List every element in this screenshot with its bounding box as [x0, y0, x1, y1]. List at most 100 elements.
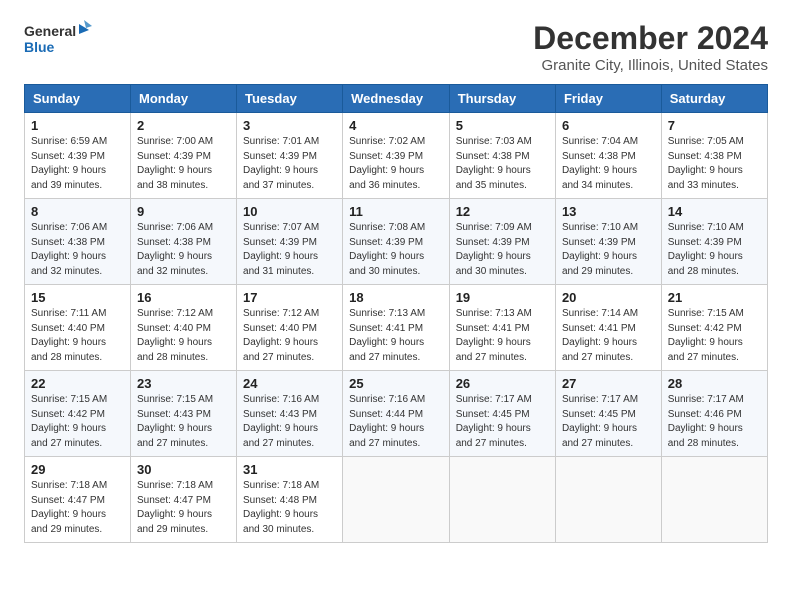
- day-number: 4: [349, 118, 443, 133]
- day-number: 17: [243, 290, 336, 305]
- calendar-cell: 27 Sunrise: 7:17 AMSunset: 4:45 PMDayligh…: [555, 371, 661, 457]
- day-number: 11: [349, 204, 443, 219]
- day-number: 12: [456, 204, 549, 219]
- calendar-cell: 17 Sunrise: 7:12 AMSunset: 4:40 PMDayligh…: [237, 285, 343, 371]
- calendar-cell: 29 Sunrise: 7:18 AMSunset: 4:47 PMDayligh…: [25, 457, 131, 543]
- calendar-cell: 31 Sunrise: 7:18 AMSunset: 4:48 PMDayligh…: [237, 457, 343, 543]
- calendar-week-5: 29 Sunrise: 7:18 AMSunset: 4:47 PMDayligh…: [25, 457, 768, 543]
- day-info: Sunrise: 7:12 AMSunset: 4:40 PMDaylight:…: [243, 307, 336, 365]
- day-info: Sunrise: 7:10 AMSunset: 4:39 PMDaylight:…: [562, 221, 655, 279]
- day-number: 27: [562, 376, 655, 391]
- calendar-cell: 8 Sunrise: 7:06 AMSunset: 4:38 PMDaylight…: [25, 199, 131, 285]
- day-number: 1: [31, 118, 124, 133]
- day-info: Sunrise: 7:08 AMSunset: 4:39 PMDaylight:…: [349, 221, 443, 279]
- day-number: 19: [456, 290, 549, 305]
- calendar-cell: 22Sunrise: 7:15 AMSunset: 4:42 PMDayligh…: [25, 371, 131, 457]
- day-info: Sunrise: 7:03 AMSunset: 4:38 PMDaylight:…: [456, 135, 549, 193]
- calendar-header-row: SundayMondayTuesdayWednesdayThursdayFrid…: [25, 85, 768, 113]
- calendar-cell: 20 Sunrise: 7:14 AMSunset: 4:41 PMDayligh…: [555, 285, 661, 371]
- page-subtitle: Granite City, Illinois, United States: [533, 57, 768, 74]
- day-info: Sunrise: 7:17 AMSunset: 4:46 PMDaylight:…: [668, 393, 761, 451]
- calendar-cell: 3Sunrise: 7:01 AMSunset: 4:39 PMDaylight…: [237, 113, 343, 199]
- calendar-cell: 6 Sunrise: 7:04 AMSunset: 4:38 PMDaylight…: [555, 113, 661, 199]
- header-thursday: Thursday: [449, 85, 555, 113]
- logo-icon: GeneralBlue: [24, 20, 94, 58]
- calendar-cell: 1 Sunrise: 6:59 AMSunset: 4:39 PMDaylight…: [25, 113, 131, 199]
- header-wednesday: Wednesday: [343, 85, 450, 113]
- calendar-cell: 12 Sunrise: 7:09 AMSunset: 4:39 PMDayligh…: [449, 199, 555, 285]
- day-info: Sunrise: 7:13 AMSunset: 4:41 PMDaylight:…: [349, 307, 443, 365]
- page-title: December 2024: [533, 20, 768, 57]
- calendar-cell: 2 Sunrise: 7:00 AMSunset: 4:39 PMDaylight…: [130, 113, 236, 199]
- title-area: December 2024 Granite City, Illinois, Un…: [533, 20, 768, 74]
- day-number: 15: [31, 290, 124, 305]
- day-info: Sunrise: 7:06 AMSunset: 4:38 PMDaylight:…: [137, 221, 230, 279]
- day-info: Sunrise: 7:14 AMSunset: 4:41 PMDaylight:…: [562, 307, 655, 365]
- day-info: Sunrise: 6:59 AMSunset: 4:39 PMDaylight:…: [31, 135, 124, 193]
- calendar-cell: 19 Sunrise: 7:13 AMSunset: 4:41 PMDayligh…: [449, 285, 555, 371]
- day-number: 8: [31, 204, 124, 219]
- day-number: 24: [243, 376, 336, 391]
- svg-text:Blue: Blue: [24, 39, 55, 55]
- day-info: Sunrise: 7:06 AMSunset: 4:38 PMDaylight:…: [31, 221, 124, 279]
- calendar-cell: 23Sunrise: 7:15 AMSunset: 4:43 PMDayligh…: [130, 371, 236, 457]
- day-info: Sunrise: 7:07 AMSunset: 4:39 PMDaylight:…: [243, 221, 336, 279]
- logo: GeneralBlue: [24, 20, 94, 58]
- day-number: 9: [137, 204, 230, 219]
- day-number: 13: [562, 204, 655, 219]
- day-number: 5: [456, 118, 549, 133]
- day-info: Sunrise: 7:09 AMSunset: 4:39 PMDaylight:…: [456, 221, 549, 279]
- calendar-cell: 14Sunrise: 7:10 AMSunset: 4:39 PMDayligh…: [661, 199, 767, 285]
- day-info: Sunrise: 7:04 AMSunset: 4:38 PMDaylight:…: [562, 135, 655, 193]
- day-info: Sunrise: 7:05 AMSunset: 4:38 PMDaylight:…: [668, 135, 761, 193]
- calendar-cell: 24Sunrise: 7:16 AMSunset: 4:43 PMDayligh…: [237, 371, 343, 457]
- calendar-table: SundayMondayTuesdayWednesdayThursdayFrid…: [24, 84, 768, 543]
- day-number: 16: [137, 290, 230, 305]
- calendar-cell: 7Sunrise: 7:05 AMSunset: 4:38 PMDaylight…: [661, 113, 767, 199]
- day-number: 21: [668, 290, 761, 305]
- day-info: Sunrise: 7:15 AMSunset: 4:43 PMDaylight:…: [137, 393, 230, 451]
- calendar-cell: 11 Sunrise: 7:08 AMSunset: 4:39 PMDayligh…: [343, 199, 450, 285]
- day-info: Sunrise: 7:10 AMSunset: 4:39 PMDaylight:…: [668, 221, 761, 279]
- calendar-cell: 4 Sunrise: 7:02 AMSunset: 4:39 PMDaylight…: [343, 113, 450, 199]
- day-info: Sunrise: 7:17 AMSunset: 4:45 PMDaylight:…: [562, 393, 655, 451]
- calendar-cell: 28 Sunrise: 7:17 AMSunset: 4:46 PMDayligh…: [661, 371, 767, 457]
- day-number: 31: [243, 462, 336, 477]
- calendar-cell: 30Sunrise: 7:18 AMSunset: 4:47 PMDayligh…: [130, 457, 236, 543]
- day-info: Sunrise: 7:00 AMSunset: 4:39 PMDaylight:…: [137, 135, 230, 193]
- calendar-cell: 5 Sunrise: 7:03 AMSunset: 4:38 PMDaylight…: [449, 113, 555, 199]
- svg-text:General: General: [24, 23, 76, 39]
- day-info: Sunrise: 7:18 AMSunset: 4:47 PMDaylight:…: [31, 479, 124, 537]
- calendar-cell: 10 Sunrise: 7:07 AMSunset: 4:39 PMDayligh…: [237, 199, 343, 285]
- calendar-cell: 26Sunrise: 7:17 AMSunset: 4:45 PMDayligh…: [449, 371, 555, 457]
- day-number: 2: [137, 118, 230, 133]
- calendar-cell: [555, 457, 661, 543]
- day-info: Sunrise: 7:16 AMSunset: 4:44 PMDaylight:…: [349, 393, 443, 451]
- day-info: Sunrise: 7:13 AMSunset: 4:41 PMDaylight:…: [456, 307, 549, 365]
- calendar-week-2: 8 Sunrise: 7:06 AMSunset: 4:38 PMDaylight…: [25, 199, 768, 285]
- calendar-cell: 25Sunrise: 7:16 AMSunset: 4:44 PMDayligh…: [343, 371, 450, 457]
- day-number: 20: [562, 290, 655, 305]
- day-info: Sunrise: 7:15 AMSunset: 4:42 PMDaylight:…: [31, 393, 124, 451]
- calendar-cell: 18Sunrise: 7:13 AMSunset: 4:41 PMDayligh…: [343, 285, 450, 371]
- day-info: Sunrise: 7:02 AMSunset: 4:39 PMDaylight:…: [349, 135, 443, 193]
- calendar-cell: [661, 457, 767, 543]
- calendar-cell: 15 Sunrise: 7:11 AMSunset: 4:40 PMDayligh…: [25, 285, 131, 371]
- calendar-cell: 9 Sunrise: 7:06 AMSunset: 4:38 PMDaylight…: [130, 199, 236, 285]
- day-number: 10: [243, 204, 336, 219]
- header-friday: Friday: [555, 85, 661, 113]
- day-info: Sunrise: 7:18 AMSunset: 4:48 PMDaylight:…: [243, 479, 336, 537]
- day-number: 3: [243, 118, 336, 133]
- page-header: GeneralBlue December 2024 Granite City, …: [24, 20, 768, 74]
- calendar-cell: 21Sunrise: 7:15 AMSunset: 4:42 PMDayligh…: [661, 285, 767, 371]
- calendar-cell: [343, 457, 450, 543]
- header-monday: Monday: [130, 85, 236, 113]
- day-info: Sunrise: 7:11 AMSunset: 4:40 PMDaylight:…: [31, 307, 124, 365]
- day-number: 28: [668, 376, 761, 391]
- calendar-week-3: 15 Sunrise: 7:11 AMSunset: 4:40 PMDayligh…: [25, 285, 768, 371]
- calendar-cell: 13 Sunrise: 7:10 AMSunset: 4:39 PMDayligh…: [555, 199, 661, 285]
- calendar-cell: 16Sunrise: 7:12 AMSunset: 4:40 PMDayligh…: [130, 285, 236, 371]
- day-number: 29: [31, 462, 124, 477]
- day-number: 6: [562, 118, 655, 133]
- day-number: 26: [456, 376, 549, 391]
